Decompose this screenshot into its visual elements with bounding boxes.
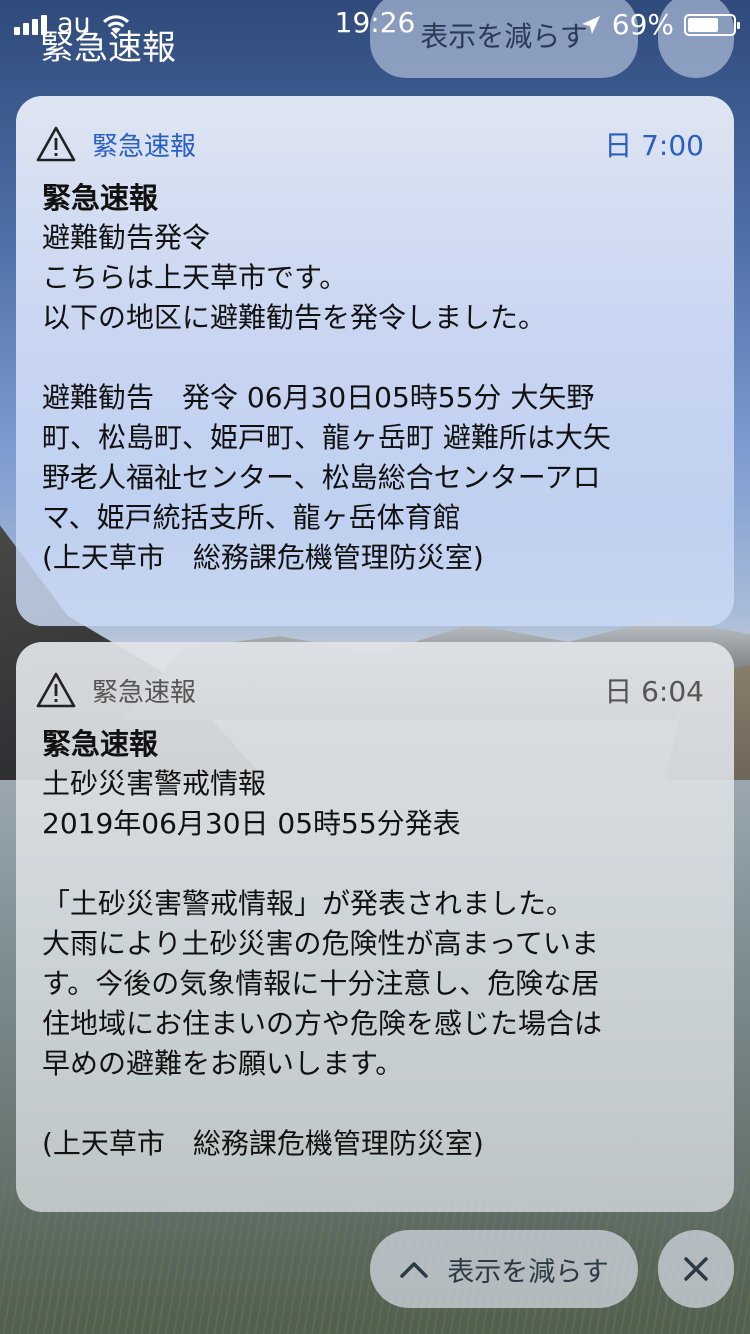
notification-line: 早めの避難をお願いします。 <box>42 1047 404 1080</box>
notification-line: 以下の地区に避難勧告を発令しました。 <box>42 301 547 334</box>
battery-icon <box>684 13 740 36</box>
status-bar: au 19:26 69% <box>0 0 750 48</box>
chevron-up-icon <box>400 1262 429 1278</box>
notification-title: 緊急速報 <box>42 727 159 761</box>
notification-line: 避難勧告発令 <box>42 221 211 254</box>
notification-line: 2019年06月30日 05時55分発表 <box>42 807 461 840</box>
notification-line: 大雨により土砂災害の危険性が高まっていま <box>42 927 599 960</box>
show-less-button[interactable]: 表示を減らす <box>370 1230 638 1308</box>
battery-percentage: 69% <box>611 8 674 41</box>
notification-line: こちらは上天草市です。 <box>42 261 348 294</box>
notification-line: マ、姫戸統括支所、龍ヶ岳体育館 <box>42 501 461 534</box>
notification-line: (上天草市 総務課危機管理防災室) <box>42 1127 484 1160</box>
notification-header: 緊急速報 日 6:04 <box>36 670 704 710</box>
notification-app-name: 緊急速報 <box>92 131 197 162</box>
notification-time: 日 7:00 <box>604 129 704 162</box>
notification-card[interactable]: 緊急速報 日 7:00 緊急速報 避難勧告発令 こちらは上天草市です。 以下の地… <box>16 96 734 626</box>
notification-line: (上天草市 総務課危機管理防災室) <box>42 541 484 574</box>
notification-app-name: 緊急速報 <box>92 677 197 708</box>
notification-time: 日 6:04 <box>604 675 704 708</box>
notification-line: 住地域にお住まいの方や危険を感じた場合は <box>42 1007 603 1040</box>
status-right: 69% <box>580 8 740 41</box>
notification-card[interactable]: 緊急速報 日 6:04 緊急速報 土砂災害警戒情報 2019年06月30日 05… <box>16 642 734 1212</box>
notification-line: 避難勧告 発令 06月30日05時55分 大矢野 <box>42 381 595 414</box>
clear-notifications-button[interactable] <box>658 1230 734 1308</box>
notification-body: 緊急速報 土砂災害警戒情報 2019年06月30日 05時55分発表 「土砂災害… <box>42 724 704 1164</box>
notification-body: 緊急速報 避難勧告発令 こちらは上天草市です。 以下の地区に避難勧告を発令しまし… <box>42 178 704 578</box>
notification-header: 緊急速報 日 7:00 <box>36 124 704 164</box>
notification-title: 緊急速報 <box>42 181 159 215</box>
warning-icon <box>36 126 76 162</box>
location-arrow-icon <box>581 15 600 34</box>
notification-line: 町、松島町、姫戸町、龍ヶ岳町 避難所は大矢 <box>42 421 611 454</box>
notification-line: 土砂災害警戒情報 <box>42 767 267 800</box>
close-icon <box>684 1257 708 1281</box>
notification-line: 野老人福祉センター、松島総合センターアロ <box>42 461 601 494</box>
notification-line: す。今後の気象情報に十分注意し、危険な居 <box>42 967 600 1000</box>
warning-icon <box>36 672 76 708</box>
notification-line: 「土砂災害警戒情報」が発表されました。 <box>42 887 575 920</box>
show-less-label: 表示を減らす <box>447 1256 609 1288</box>
